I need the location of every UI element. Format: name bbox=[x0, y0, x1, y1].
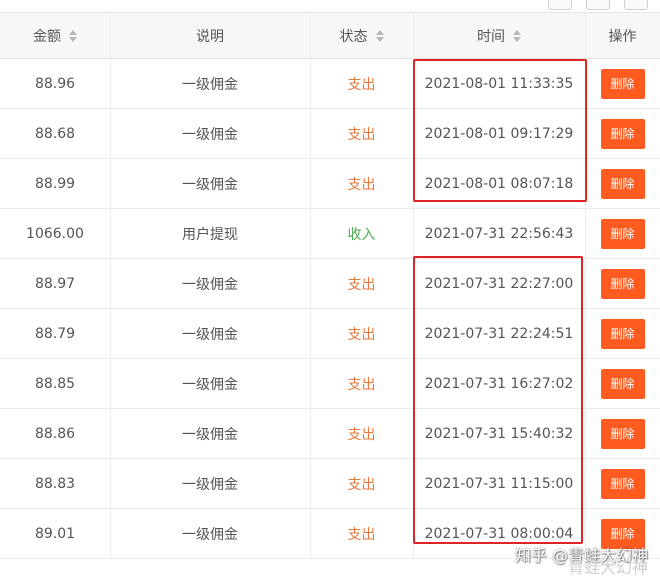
table-row: 88.85 一级佣金 支出 2021-07-31 16:27:02 删除 bbox=[0, 359, 660, 409]
cell-operation: 删除 bbox=[585, 159, 660, 208]
cell-time: 2021-07-31 11:15:00 bbox=[424, 475, 574, 492]
cell-description: 一级佣金 bbox=[182, 326, 238, 343]
cell-amount: 89.01 bbox=[34, 525, 76, 542]
cell-status: 支出 bbox=[347, 426, 376, 443]
sort-icon[interactable] bbox=[69, 29, 77, 42]
header-status-label: 状态 bbox=[339, 28, 368, 45]
delete-button[interactable]: 删除 bbox=[600, 368, 645, 399]
header-amount[interactable]: 金额 bbox=[0, 13, 110, 58]
sort-icon[interactable] bbox=[375, 29, 384, 42]
delete-button[interactable]: 删除 bbox=[600, 268, 645, 299]
table-row: 88.68 一级佣金 支出 2021-08-01 09:17:29 删除 bbox=[0, 109, 660, 159]
cell-description: 一级佣金 bbox=[182, 126, 238, 143]
cell-status: 支出 bbox=[347, 376, 376, 393]
cell-operation: 删除 bbox=[585, 459, 660, 508]
cell-status: 支出 bbox=[347, 526, 376, 543]
watermark-bottom: 青蛙大幻神 bbox=[567, 558, 648, 577]
header-operation: 操作 bbox=[585, 13, 660, 58]
delete-button[interactable]: 删除 bbox=[600, 118, 645, 149]
toolbar-icon-print[interactable] bbox=[586, 0, 610, 10]
delete-button[interactable]: 删除 bbox=[600, 168, 645, 199]
table-row: 88.79 一级佣金 支出 2021-07-31 22:24:51 删除 bbox=[0, 309, 660, 359]
delete-button[interactable]: 删除 bbox=[600, 68, 645, 99]
table-row: 88.86 一级佣金 支出 2021-07-31 15:40:32 删除 bbox=[0, 409, 660, 459]
cell-status: 支出 bbox=[347, 476, 376, 493]
cell-description: 一级佣金 bbox=[182, 526, 238, 543]
cell-status: 支出 bbox=[347, 126, 376, 143]
cell-time: 2021-08-01 11:33:35 bbox=[424, 75, 574, 92]
table-row: 88.96 一级佣金 支出 2021-08-01 11:33:35 删除 bbox=[0, 59, 660, 109]
cell-operation: 删除 bbox=[585, 359, 660, 408]
toolbar-icon-grid[interactable] bbox=[548, 0, 572, 10]
cell-time: 2021-07-31 22:56:43 bbox=[424, 225, 574, 242]
cell-amount: 88.68 bbox=[34, 125, 76, 142]
table-row: 88.83 一级佣金 支出 2021-07-31 11:15:00 删除 bbox=[0, 459, 660, 509]
cell-operation: 删除 bbox=[585, 409, 660, 458]
delete-button[interactable]: 删除 bbox=[600, 218, 645, 249]
header-operation-label: 操作 bbox=[608, 28, 637, 45]
cell-description: 一级佣金 bbox=[182, 176, 238, 193]
header-description: 说明 bbox=[110, 13, 310, 58]
cell-description: 一级佣金 bbox=[182, 76, 238, 93]
cell-description: 一级佣金 bbox=[182, 276, 238, 293]
cell-operation: 删除 bbox=[585, 259, 660, 308]
cell-amount: 88.79 bbox=[34, 325, 76, 342]
cell-operation: 删除 bbox=[585, 109, 660, 158]
header-status[interactable]: 状态 bbox=[310, 13, 413, 58]
cell-status: 支出 bbox=[347, 326, 376, 343]
cell-amount: 88.85 bbox=[34, 375, 76, 392]
cell-amount: 88.97 bbox=[34, 275, 76, 292]
delete-button[interactable]: 删除 bbox=[600, 318, 645, 349]
cell-amount: 88.96 bbox=[34, 75, 76, 92]
cell-description: 用户提现 bbox=[182, 226, 238, 243]
cell-time: 2021-07-31 15:40:32 bbox=[424, 425, 574, 442]
cell-description: 一级佣金 bbox=[182, 376, 238, 393]
header-description-label: 说明 bbox=[196, 28, 224, 45]
cell-amount: 88.83 bbox=[34, 475, 76, 492]
cell-status: 支出 bbox=[347, 76, 376, 93]
toolbar-icon-export[interactable] bbox=[624, 0, 648, 10]
cell-description: 一级佣金 bbox=[182, 426, 238, 443]
cell-operation: 删除 bbox=[585, 309, 660, 358]
header-time-label: 时间 bbox=[477, 28, 505, 45]
delete-button[interactable]: 删除 bbox=[600, 418, 645, 449]
toolbar-strip bbox=[0, 0, 660, 12]
cell-description: 一级佣金 bbox=[182, 476, 238, 493]
sort-icon[interactable] bbox=[513, 29, 521, 42]
cell-time: 2021-07-31 22:27:00 bbox=[424, 275, 574, 292]
table-row: 1066.00 用户提现 收入 2021-07-31 22:56:43 删除 bbox=[0, 209, 660, 259]
cell-status: 收入 bbox=[347, 226, 376, 243]
cell-amount: 88.99 bbox=[34, 175, 76, 192]
records-table: 金额 说明 状态 时间 操作 88.96 一级佣金 支出 2021-08-01 11:… bbox=[0, 12, 660, 559]
cell-time: 2021-08-01 09:17:29 bbox=[424, 125, 574, 142]
cell-amount: 1066.00 bbox=[26, 225, 84, 242]
cell-amount: 88.86 bbox=[34, 425, 76, 442]
header-amount-label: 金额 bbox=[33, 28, 61, 45]
cell-time: 2021-08-01 08:07:18 bbox=[424, 175, 574, 192]
cell-time: 2021-07-31 16:27:02 bbox=[424, 375, 574, 392]
cell-operation: 删除 bbox=[585, 59, 660, 108]
cell-time: 2021-07-31 22:24:51 bbox=[424, 325, 574, 342]
delete-button[interactable]: 删除 bbox=[600, 468, 645, 499]
cell-status: 支出 bbox=[347, 276, 376, 293]
cell-status: 支出 bbox=[347, 176, 376, 193]
table-header: 金额 说明 状态 时间 操作 bbox=[0, 12, 660, 59]
header-time[interactable]: 时间 bbox=[413, 13, 585, 58]
table-row: 88.97 一级佣金 支出 2021-07-31 22:27:00 删除 bbox=[0, 259, 660, 309]
cell-operation: 删除 bbox=[585, 209, 660, 258]
table-row: 88.99 一级佣金 支出 2021-08-01 08:07:18 删除 bbox=[0, 159, 660, 209]
